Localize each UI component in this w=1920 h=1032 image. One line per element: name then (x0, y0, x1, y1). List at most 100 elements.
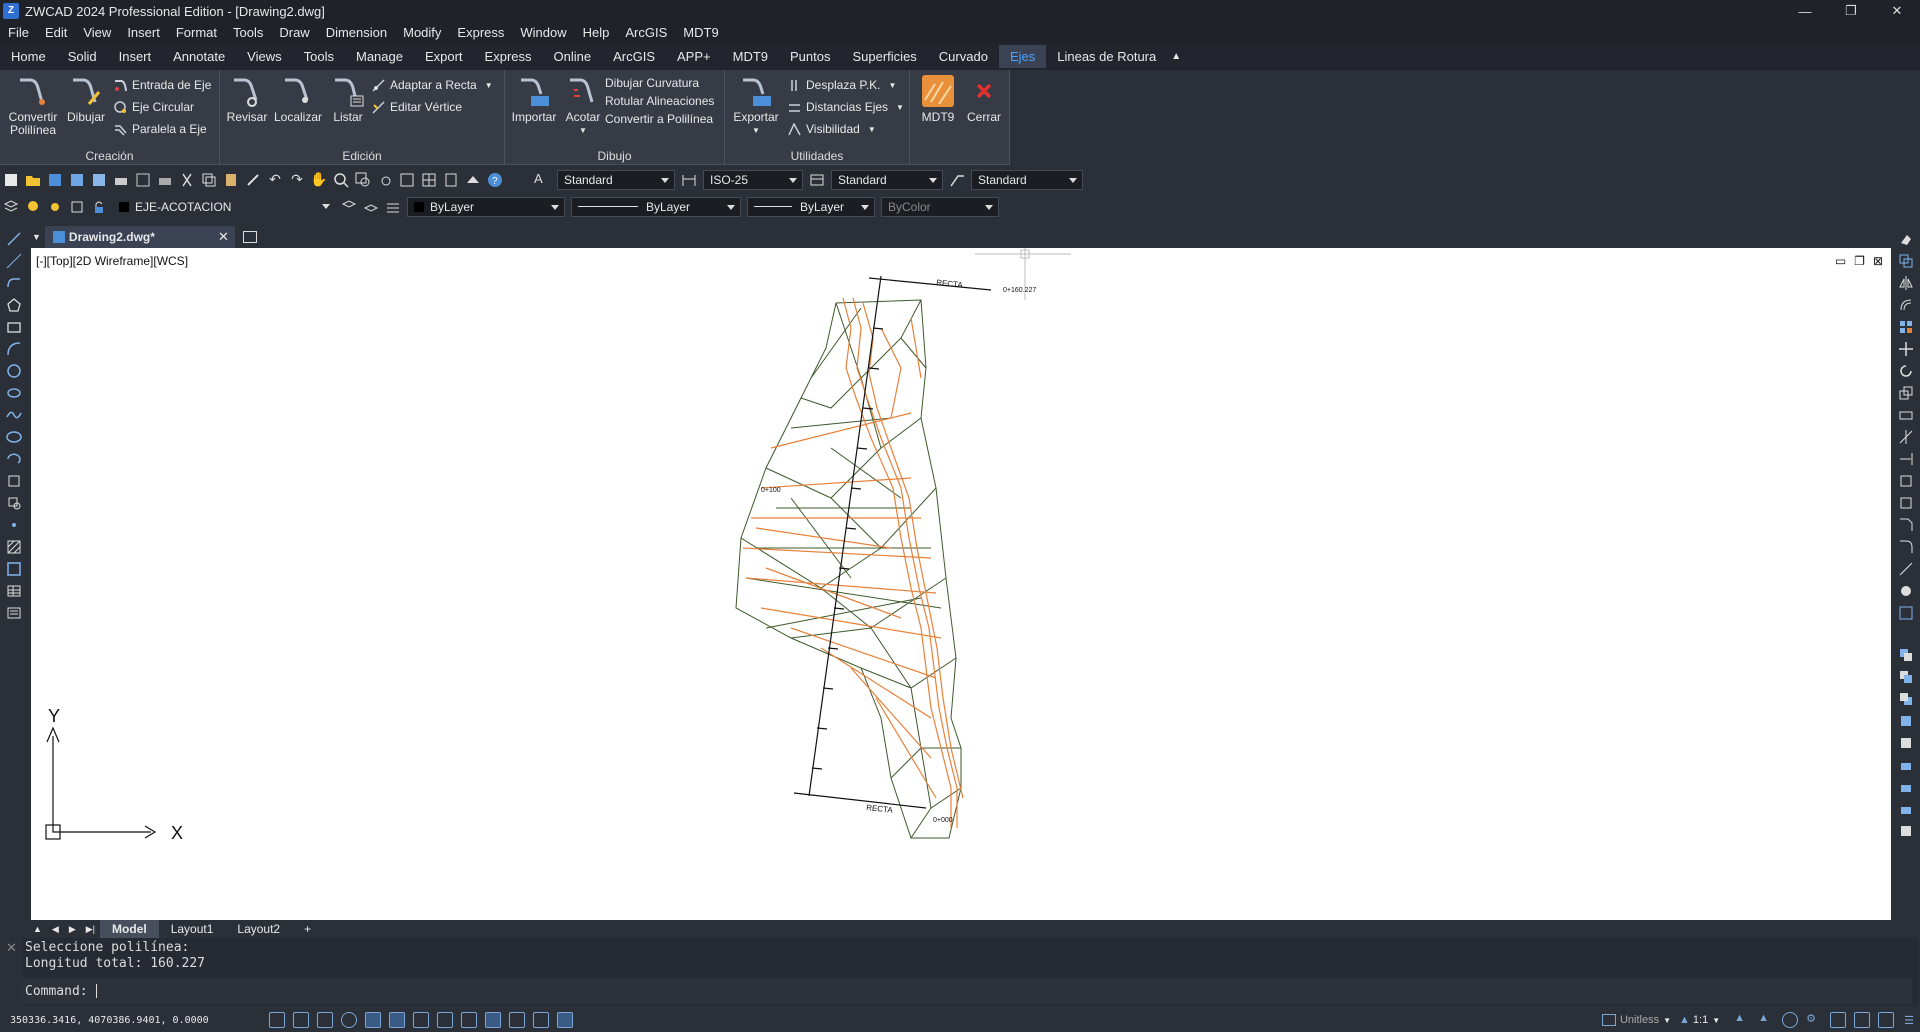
cut-icon[interactable] (178, 171, 196, 189)
hardware-acceleration-icon[interactable] (1854, 1012, 1871, 1028)
rectangle-icon[interactable] (0, 316, 28, 338)
chevron-down-icon[interactable]: ▼ (731, 124, 781, 137)
add-layout-button[interactable]: + (292, 920, 323, 938)
zoom-window-icon[interactable] (354, 171, 372, 189)
bring-above-icon[interactable] (1892, 710, 1920, 732)
extend-icon[interactable] (1892, 448, 1920, 470)
grid-display-icon[interactable] (293, 1012, 309, 1028)
tab-online[interactable]: Online (543, 45, 603, 68)
properties-icon[interactable] (398, 171, 416, 189)
rotular-alineaciones-button[interactable]: Rotular Alineaciones (605, 94, 714, 108)
mirror-icon[interactable] (1892, 272, 1920, 294)
hatch-back-icon[interactable] (1892, 820, 1920, 842)
insert-block-icon[interactable] (0, 470, 28, 492)
annotation-visibility-icon[interactable]: ▲ (1734, 1012, 1750, 1028)
tab-superficies[interactable]: Superficies (841, 45, 927, 68)
tab-export[interactable]: Export (414, 45, 474, 68)
lineweight-icon[interactable] (461, 1012, 477, 1028)
units-display[interactable]: Unitless (1620, 1014, 1659, 1026)
tab-home[interactable]: Home (0, 45, 57, 68)
tab-ejes[interactable]: Ejes (998, 45, 1047, 68)
cerrar-button[interactable]: Cerrar (962, 74, 1006, 124)
erase-icon[interactable] (1892, 228, 1920, 250)
draw-order-icon[interactable] (1892, 644, 1920, 666)
drawing-canvas[interactable]: [-][Top][2D Wireframe][WCS] ▭ ❐ ⊠ RECTA … (31, 248, 1891, 920)
layer-dropdown[interactable]: EJE-ACOTACION (113, 196, 335, 217)
scale-icon[interactable] (1892, 382, 1920, 404)
print-preview-icon[interactable] (134, 171, 152, 189)
dynamic-input-icon[interactable] (437, 1012, 453, 1028)
move-icon[interactable] (1892, 338, 1920, 360)
object-snap-icon[interactable] (365, 1012, 381, 1028)
spline-icon[interactable] (0, 404, 28, 426)
tab-model[interactable]: Model (100, 920, 159, 938)
chamfer-icon[interactable] (1892, 514, 1920, 536)
isolate-objects-icon[interactable] (1830, 1012, 1847, 1028)
menu-format[interactable]: Format (168, 25, 225, 40)
make-block-icon[interactable] (0, 492, 28, 514)
linetype-dropdown[interactable]: ByLayer (571, 196, 741, 217)
layer-previous-icon[interactable] (362, 198, 380, 216)
design-center-icon[interactable] (420, 171, 438, 189)
polygon-icon[interactable] (0, 294, 28, 316)
menu-view[interactable]: View (75, 25, 119, 40)
quick-properties-icon[interactable] (509, 1012, 525, 1028)
layout-nav-last-icon[interactable]: ▶| (81, 924, 100, 935)
lineweight-dropdown[interactable]: ByLayer (747, 196, 875, 217)
annotation-monitor-icon[interactable] (557, 1012, 573, 1028)
revisar-button[interactable]: Revisar (225, 74, 269, 124)
tab-arcgis[interactable]: ArcGIS (602, 45, 666, 68)
open-folder-icon[interactable] (24, 171, 42, 189)
print-icon[interactable] (112, 171, 130, 189)
zoom-previous-icon[interactable] (376, 171, 394, 189)
leader-front-icon[interactable] (1892, 798, 1920, 820)
layer-manager-icon[interactable] (2, 198, 20, 216)
clean-screen-icon[interactable] (1878, 1012, 1895, 1028)
line-icon[interactable] (0, 228, 28, 250)
copy-object-icon[interactable] (1892, 250, 1920, 272)
arc-icon[interactable] (0, 338, 28, 360)
exportar-button[interactable]: Exportar ▼ (731, 74, 781, 137)
new-file-icon[interactable] (2, 171, 20, 189)
paralela-a-eje-button[interactable]: Paralela a Eje (114, 122, 207, 136)
eje-circular-button[interactable]: Eje Circular (114, 100, 194, 114)
save-icon[interactable] (46, 171, 64, 189)
auto-scale-icon[interactable]: ▲ (1758, 1012, 1774, 1028)
send-under-icon[interactable] (1892, 732, 1920, 754)
save-all-icon[interactable] (90, 171, 108, 189)
tab-app-plus[interactable]: APP+ (666, 45, 722, 68)
entrada-de-eje-button[interactable]: Entrada de Eje (114, 78, 211, 92)
desplaza-pk-button[interactable]: Desplaza P.K. ▼ (788, 78, 896, 92)
redo-icon[interactable]: ↷ (288, 171, 306, 189)
dim-front-icon[interactable] (1892, 776, 1920, 798)
menu-edit[interactable]: Edit (37, 25, 75, 40)
ribbon-collapse-icon[interactable]: ▲ (1167, 51, 1185, 62)
zoom-realtime-icon[interactable] (332, 171, 350, 189)
join-icon[interactable] (1892, 492, 1920, 514)
color-dropdown[interactable]: ByLayer (407, 196, 565, 217)
region-icon[interactable] (0, 558, 28, 580)
document-tab[interactable]: Drawing2.dwg* ✕ (44, 226, 235, 248)
workspace-switch-icon[interactable] (1782, 1012, 1799, 1028)
publish-icon[interactable] (156, 171, 174, 189)
new-tab-icon[interactable] (242, 231, 257, 243)
rotate-icon[interactable] (1892, 360, 1920, 382)
tab-tools[interactable]: Tools (293, 45, 345, 68)
listar-button[interactable]: Listar (326, 74, 370, 124)
distancias-ejes-button[interactable]: Distancias Ejes ▼ (788, 100, 904, 114)
menu-arcgis[interactable]: ArcGIS (617, 25, 675, 40)
offset-icon[interactable] (1892, 294, 1920, 316)
array-icon[interactable] (1892, 316, 1920, 338)
tab-mdt9[interactable]: MDT9 (722, 45, 779, 68)
menu-help[interactable]: Help (575, 25, 618, 40)
ellipse-arc-icon[interactable] (0, 448, 28, 470)
save-as-icon[interactable] (68, 171, 86, 189)
mleader-style-dropdown[interactable]: Standard (971, 169, 1083, 190)
point-icon[interactable] (0, 514, 28, 536)
plotstyle-dropdown[interactable]: ByColor (881, 196, 999, 217)
command-close-icon[interactable]: ✕ (6, 940, 17, 956)
coordinates-readout[interactable]: 350336.3416, 4070386.9401, 0.0000 (10, 1015, 265, 1026)
make-current-layer-icon[interactable] (340, 198, 358, 216)
match-properties-icon[interactable] (244, 171, 262, 189)
tab-layout1[interactable]: Layout1 (159, 920, 226, 938)
